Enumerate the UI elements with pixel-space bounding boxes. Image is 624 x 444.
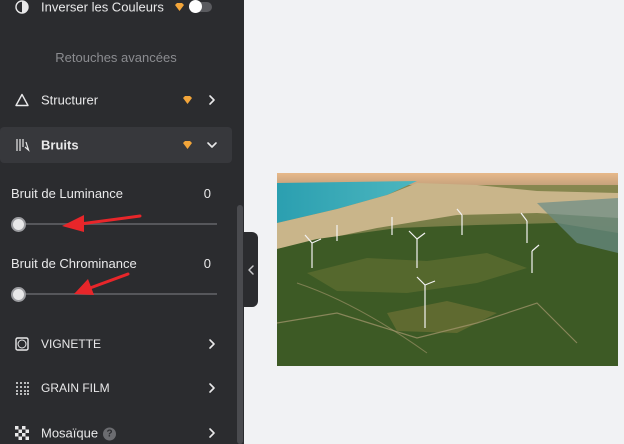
premium-diamond-icon xyxy=(175,3,184,11)
chevron-right-icon xyxy=(209,428,215,438)
chrominance-noise-label: Bruit de Chrominance xyxy=(11,256,137,271)
structurer-row[interactable]: Structurer xyxy=(0,82,232,118)
chrominance-noise-slider[interactable] xyxy=(18,293,217,295)
vignette-row[interactable]: VIGNETTE xyxy=(0,326,232,362)
mosaique-row[interactable]: Mosaïque? xyxy=(0,415,232,444)
luminance-noise-label: Bruit de Luminance xyxy=(11,186,124,201)
invert-colors-row[interactable]: Inverser les Couleurs xyxy=(0,0,232,25)
grain-film-label: GRAIN FILM xyxy=(41,381,110,395)
help-icon[interactable]: ? xyxy=(103,427,117,441)
edited-photo xyxy=(277,173,618,366)
luminance-noise-value: 0 xyxy=(203,186,211,201)
chrominance-noise-value: 0 xyxy=(203,256,211,271)
vignette-label: VIGNETTE xyxy=(41,337,102,351)
effects-sidebar: Inverser les Couleurs Retouches avancées… xyxy=(0,0,244,444)
mosaique-label-wrap: Mosaïque? xyxy=(41,425,117,441)
noise-lines-icon xyxy=(14,137,30,153)
sidebar-scrollbar[interactable] xyxy=(237,205,243,444)
invert-colors-toggle[interactable] xyxy=(189,0,212,13)
structurer-label: Structurer xyxy=(41,92,99,108)
triangle-icon xyxy=(14,92,30,108)
mosaique-label: Mosaïque xyxy=(41,425,99,441)
half-circle-icon xyxy=(14,0,30,15)
grain-dots-icon xyxy=(14,380,30,396)
premium-diamond-icon xyxy=(183,141,192,149)
bruits-row[interactable]: Bruits xyxy=(0,127,232,163)
invert-colors-label: Inverser les Couleurs xyxy=(41,0,164,15)
chevron-right-icon xyxy=(209,95,215,105)
checkerboard-icon xyxy=(14,425,30,441)
grain-film-row[interactable]: GRAIN FILM xyxy=(0,370,232,406)
chevron-down-icon xyxy=(207,142,217,148)
chevron-right-icon xyxy=(209,383,215,393)
premium-diamond-icon xyxy=(183,96,192,104)
luminance-slider-thumb[interactable] xyxy=(10,217,26,232)
chevron-right-icon xyxy=(209,339,215,349)
chevron-left-icon xyxy=(248,264,254,275)
chrominance-slider-thumb[interactable] xyxy=(10,287,26,302)
bruits-label: Bruits xyxy=(41,137,79,153)
advanced-retouch-heading: Retouches avancées xyxy=(55,50,177,65)
vignette-square-icon xyxy=(14,336,30,352)
collapse-sidebar-tab[interactable] xyxy=(244,232,258,307)
luminance-noise-slider[interactable] xyxy=(18,223,217,225)
toggle-knob xyxy=(189,0,202,13)
